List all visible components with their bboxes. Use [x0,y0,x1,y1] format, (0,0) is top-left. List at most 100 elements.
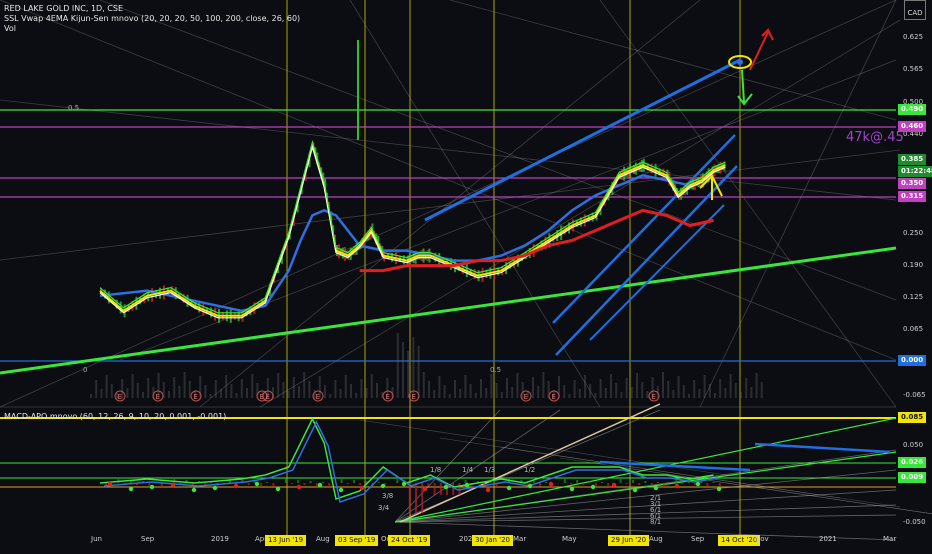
gann-fan-line [0,0,897,408]
macd-signal-dot [380,483,386,489]
fan-label: 1/8 [430,466,441,474]
x-tick-label: Nov [755,535,769,543]
macd-histogram-bar [582,483,585,485]
volume-bar [412,337,415,398]
macd-price-tag: 0.026 [898,457,927,468]
volume-bar [646,391,649,398]
volume-bar [537,386,540,398]
volume-bar [584,375,586,398]
price-tag: 0.460 [898,121,927,132]
volume-bar [90,394,92,398]
volume-bar [339,389,342,398]
macd-histogram-bar [681,483,684,484]
volume-bar [396,333,399,398]
volume-bar [407,351,410,398]
macd-signal-dot [254,481,260,487]
volume-bar [474,393,477,398]
gann-fan-line [349,0,601,408]
macd-signal-dot [485,487,491,493]
volume-bar [360,379,363,398]
volume-bar [599,379,602,398]
macd-histogram-bar [644,481,647,483]
volume-bar [662,372,664,398]
fan-label: 8/1 [650,518,661,526]
macd-histogram-bar [353,480,355,483]
macd-histogram-bar [148,483,151,486]
macd-histogram-bar [272,483,275,487]
indicator-legend: SSL Vwap 4EMA Kijun-Sen mnovo (20, 20, 2… [4,14,301,23]
volume-bar [589,384,592,398]
macd-histogram-bar [632,480,634,483]
volume-bar [147,378,150,398]
currency-badge[interactable]: CAD [904,0,926,20]
volume-bar [292,377,295,398]
volume-bar [417,346,420,398]
macd-histogram-bar [706,483,709,486]
macd-signal-dot [548,481,554,487]
macd-histogram-bar [340,479,343,483]
macd-histogram-bar [545,482,548,483]
fan-label: 1/2 [524,466,535,474]
macd-histogram-bar [396,479,399,483]
price-tick-label: 0.625 [903,33,923,41]
volume-bar [428,381,430,398]
volume-bar [287,391,290,398]
volume-bar [511,387,514,398]
x-tick-label: Sep [141,535,155,543]
macd-signal-dot [569,486,575,492]
volume-bar [516,373,519,398]
volume-bar [251,374,254,398]
volume-bar [490,374,493,398]
volume-bar [126,388,129,398]
macd-signal-dot [191,487,197,493]
chart-canvas[interactable]: 0.6250.5650.5000.4400.3850.2500.1900.125… [0,0,932,550]
svg-text:E: E [266,393,270,401]
macd-histogram-bar [570,483,572,484]
highlighted-date-label: 14 Oct '20 [718,535,761,546]
gann-fan-line [0,99,897,201]
volume-bar [188,381,191,398]
volume-bar [334,380,337,398]
volume-bar [750,387,753,398]
volume-bar [714,393,716,398]
volume-bar [131,374,134,398]
volume-bar [433,390,436,398]
volume-bar [443,385,446,398]
macd-histogram-bar [532,481,535,483]
volume-bar [100,389,103,398]
macd-histogram-bar [694,483,696,485]
volume-bar [506,378,508,398]
highlighted-date-label: 29 Jun '20 [608,535,650,546]
macd-histogram-bar [421,483,424,513]
target-up-arrow [749,31,769,71]
volume-bar [740,392,742,398]
svg-text:E: E [156,393,160,401]
macd-signal-dot [674,483,680,489]
macd-label: MACD-APO mnovo (60, 12, 26, 9, 10, 20, 0… [4,412,227,421]
volume-bar [667,381,670,398]
volume-bar [350,384,352,398]
price-tick-label: 0.125 [903,293,923,301]
macd-price-tag: 0.009 [898,472,927,483]
volume-bar [708,384,711,398]
volume-bar [422,372,425,398]
chart-svg[interactable]: 0.6250.5650.5000.4400.3850.2500.1900.125… [0,0,932,550]
volume-bar [630,387,633,398]
macd-histogram-bar [656,482,659,483]
macd-histogram-bar [415,483,417,513]
macd-histogram-bar [625,483,628,484]
price-tick-label: 0.190 [903,261,923,269]
price-tag: 0.315 [898,191,927,202]
volume-bar [136,383,139,398]
fib-label: 0 [83,366,87,374]
x-tick-label: May [562,535,577,543]
macd-histogram-bar [346,483,349,484]
volume-bar [615,383,618,398]
macd-histogram-bar [594,483,597,486]
gann-fan-lines [0,0,901,408]
macd-price-tag: 0.085 [898,412,927,423]
volume-bar [438,376,441,398]
volume-bar [168,391,170,398]
gann-fan-line [599,0,897,408]
gann-fan-line [0,149,901,261]
